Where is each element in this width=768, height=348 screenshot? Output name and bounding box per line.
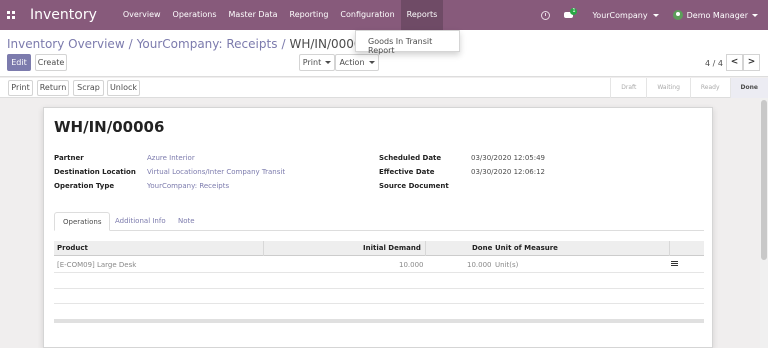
print-dropdown[interactable]: Print <box>299 54 335 71</box>
menu-master-data[interactable]: Master Data <box>223 0 284 30</box>
partner-label: Partner <box>54 154 84 162</box>
chat-icon[interactable]: 1 <box>564 7 578 20</box>
menu-operations[interactable]: Operations <box>167 0 223 30</box>
source-document-label: Source Document <box>379 182 449 190</box>
record-title: WH/IN/00006 <box>54 118 165 136</box>
breadcrumb-receipts[interactable]: YourCompany: Receipts <box>137 37 278 51</box>
company-switcher[interactable]: YourCompany <box>592 10 659 20</box>
caret-down-icon <box>368 61 375 64</box>
top-navbar: Inventory Overview Operations Master Dat… <box>0 0 768 30</box>
row-initial-demand: 10.000 <box>399 261 424 269</box>
statusbar: Print Return Scrap Unlock Draft Waiting … <box>0 78 768 98</box>
chat-count-badge: 1 <box>570 7 578 15</box>
stage-ready: Ready <box>689 78 730 98</box>
scrollbar-thumb[interactable] <box>761 100 767 260</box>
table-row-divider <box>54 288 704 289</box>
return-button[interactable]: Return <box>37 80 69 96</box>
row-done: 10.000 <box>467 261 492 269</box>
notebook-tabs: Operations Additional Info Note <box>54 212 704 231</box>
breadcrumb-separator: / <box>128 37 133 51</box>
row-uom: Unit(s) <box>495 261 519 269</box>
table-row-divider <box>54 303 704 304</box>
stage-waiting: Waiting <box>646 78 690 98</box>
breadcrumb: Inventory Overview / YourCompany: Receipts… <box>7 37 369 51</box>
avatar <box>672 10 683 20</box>
tab-additional-info[interactable]: Additional Info <box>107 212 174 231</box>
create-button[interactable]: Create <box>35 54 67 71</box>
destination-location-label: Destination Location <box>54 168 136 176</box>
stage-draft: Draft <box>610 78 646 98</box>
table-row[interactable]: [E-COM09] Large Desk 10.000 10.000 Unit(… <box>54 258 704 273</box>
user-menu[interactable]: Demo Manager <box>672 10 758 20</box>
form-sheet: WH/IN/00006 Partner Azure Interior Desti… <box>43 107 713 348</box>
scrap-button[interactable]: Scrap <box>73 80 104 96</box>
main-menu: Overview Operations Master Data Reportin… <box>117 0 444 30</box>
column-divider <box>425 241 426 256</box>
destination-location-link[interactable]: Virtual Locations/Inter Company Transit <box>147 168 285 176</box>
detailed-operations-list-icon[interactable] <box>671 261 678 267</box>
menu-overview[interactable]: Overview <box>117 0 167 30</box>
caret-down-icon <box>652 13 659 17</box>
pager-previous-button[interactable]: < <box>726 54 743 71</box>
tab-operations[interactable]: Operations <box>54 212 111 231</box>
table-footer <box>54 319 704 323</box>
print-dropdown-label: Print <box>302 58 322 67</box>
reports-dropdown: Goods In Transit Report <box>355 30 460 55</box>
partner-link[interactable]: Azure Interior <box>147 154 195 162</box>
edit-button[interactable]: Edit <box>7 54 31 71</box>
effective-date-label: Effective Date <box>379 168 435 176</box>
action-dropdown[interactable]: Action <box>335 54 379 71</box>
column-unit-of-measure[interactable]: Unit of Measure <box>495 244 558 252</box>
user-name: Demo Manager <box>686 10 748 20</box>
pager-value[interactable]: 4 / 4 <box>705 59 723 68</box>
app-title[interactable]: Inventory <box>30 7 97 23</box>
pager-next-button[interactable]: > <box>743 54 760 71</box>
activity-clock-icon[interactable] <box>541 10 551 20</box>
navbar-systray: 1 YourCompany Demo Manager <box>541 0 758 30</box>
column-divider <box>263 241 264 256</box>
stage-done: Done <box>729 78 768 98</box>
breadcrumb-inventory-overview[interactable]: Inventory Overview <box>7 37 125 51</box>
unlock-button[interactable]: Unlock <box>107 80 140 96</box>
column-done[interactable]: Done <box>472 244 492 252</box>
column-initial-demand[interactable]: Initial Demand <box>363 244 421 252</box>
operation-type-link[interactable]: YourCompany: Receipts <box>147 182 229 190</box>
breadcrumb-separator: / <box>281 37 286 51</box>
goods-in-transit-report-item[interactable]: Goods In Transit Report <box>368 37 459 55</box>
menu-configuration[interactable]: Configuration <box>334 0 400 30</box>
operation-type-label: Operation Type <box>54 182 115 190</box>
apps-menu-icon[interactable] <box>4 8 18 22</box>
table-header: Product Initial Demand Done Unit of Meas… <box>54 241 704 256</box>
effective-date-value: 03/30/2020 12:06:12 <box>471 168 546 176</box>
menu-reports[interactable]: Reports <box>400 0 444 30</box>
company-name: YourCompany <box>592 10 648 20</box>
action-dropdown-label: Action <box>339 58 365 67</box>
stage-bar: Draft Waiting Ready Done <box>610 78 768 98</box>
scheduled-date-label: Scheduled Date <box>379 154 442 162</box>
menu-reporting[interactable]: Reporting <box>284 0 335 30</box>
row-product: [E-COM09] Large Desk <box>57 261 137 269</box>
scheduled-date-value: 03/30/2020 12:05:49 <box>471 154 546 162</box>
column-product[interactable]: Product <box>57 244 88 252</box>
tab-note[interactable]: Note <box>170 212 203 231</box>
column-divider <box>669 241 670 256</box>
caret-down-icon <box>752 13 758 17</box>
print-button[interactable]: Print <box>8 80 33 96</box>
caret-down-icon <box>325 61 332 64</box>
